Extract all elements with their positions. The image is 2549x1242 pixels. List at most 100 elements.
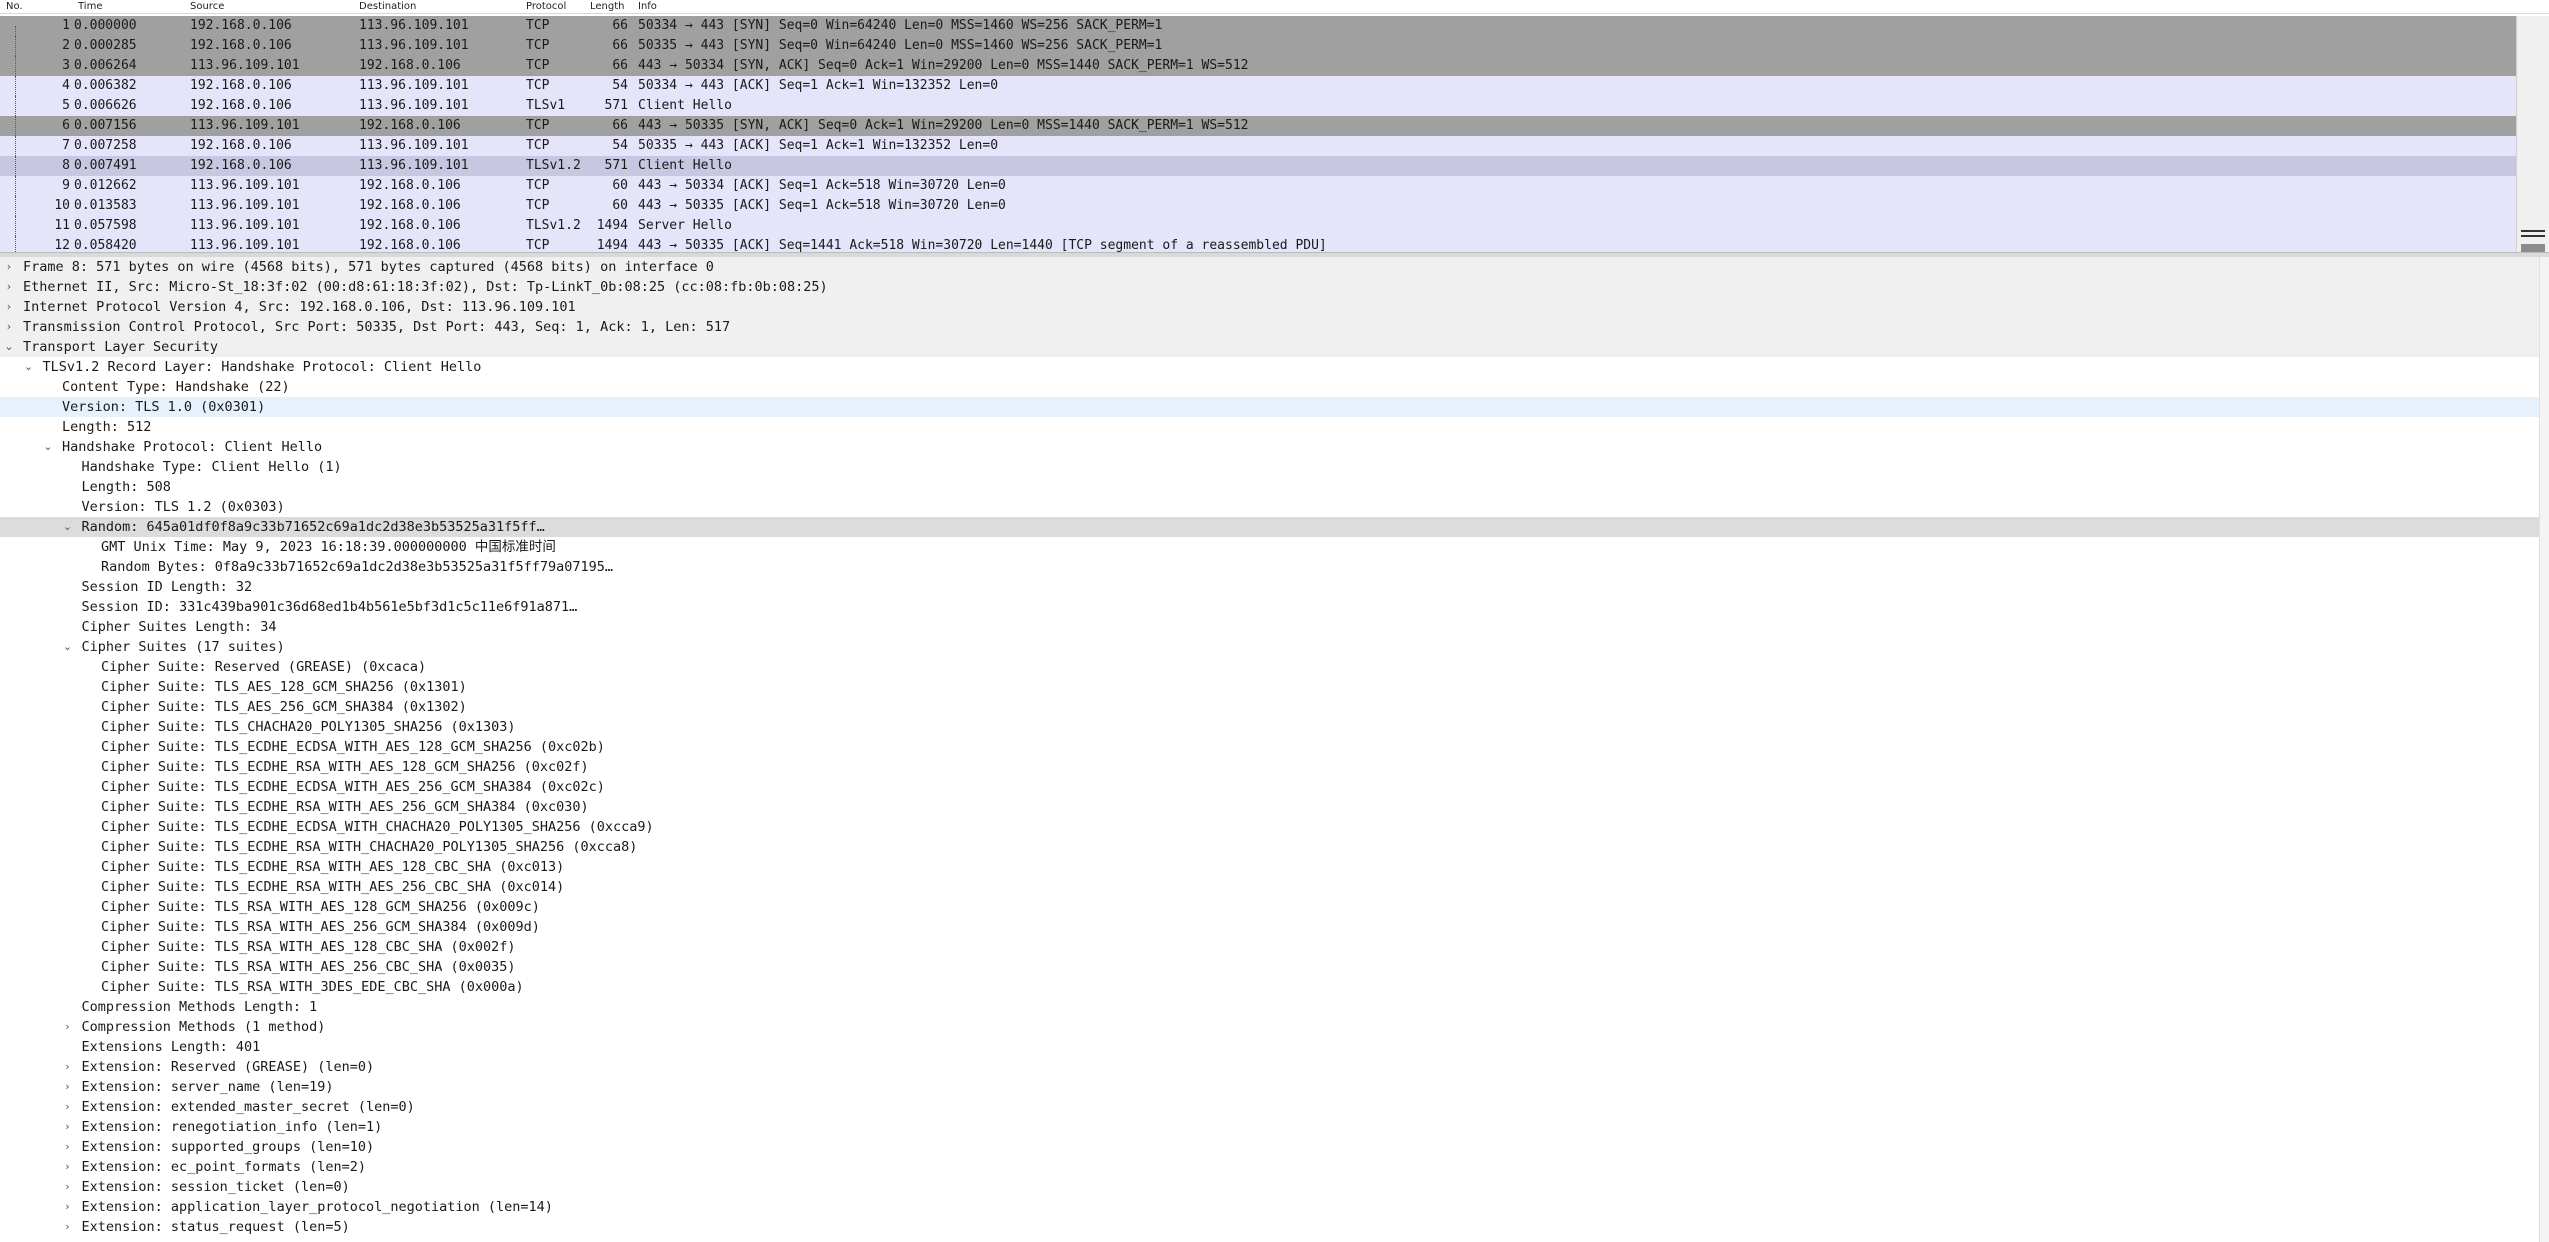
tree-item[interactable]: ⌄ Handshake Protocol: Client Hello <box>0 437 2540 457</box>
tree-item[interactable]: Extensions Length: 401 <box>0 1037 2540 1057</box>
packet-time: 0.012662 <box>74 178 137 193</box>
chevron-right-icon[interactable]: › <box>63 1197 73 1217</box>
tree-item[interactable]: › Transmission Control Protocol, Src Port… <box>0 317 2540 337</box>
tree-item[interactable]: › Extension: session_ticket (len=0) <box>0 1177 2540 1197</box>
tree-item-label: Cipher Suite: TLS_ECDHE_RSA_WITH_AES_256… <box>101 879 565 895</box>
tree-item[interactable]: › Extension: extended_master_secret (len=… <box>0 1097 2540 1117</box>
tree-item[interactable]: › Ethernet II, Src: Micro-St_18:3f:02 (00… <box>0 277 2540 297</box>
tree-item[interactable]: Cipher Suite: TLS_RSA_WITH_3DES_EDE_CBC_… <box>0 977 2540 997</box>
tree-item[interactable]: Length: 508 <box>0 477 2540 497</box>
tree-item[interactable]: Cipher Suite: TLS_ECDHE_RSA_WITH_AES_128… <box>0 857 2540 877</box>
packet-row[interactable]: 7 0.007258 192.168.0.106 113.96.109.101 TCP 5… <box>0 136 2516 156</box>
packet-row[interactable]: 8 0.007491 192.168.0.106 113.96.109.101 TLSv… <box>0 156 2516 176</box>
tree-item[interactable]: ⌄ Cipher Suites (17 suites) <box>0 637 2540 657</box>
tree-item[interactable]: ⌄ Random: 645a01df0f8a9c33b71652c69a1dc2d… <box>0 517 2540 537</box>
tree-item[interactable]: Cipher Suite: TLS_ECDHE_ECDSA_WITH_CHACH… <box>0 817 2540 837</box>
chevron-right-icon[interactable]: › <box>63 1157 73 1177</box>
tree-item[interactable]: ⌄ Transport Layer Security <box>0 337 2540 357</box>
column-header-info[interactable]: Info <box>638 0 657 13</box>
packet-row[interactable]: 12 0.058420 113.96.109.101 192.168.0.106 TCP… <box>0 236 2516 252</box>
tree-item[interactable]: Cipher Suite: TLS_ECDHE_RSA_WITH_AES_256… <box>0 877 2540 897</box>
tree-item[interactable]: Version: TLS 1.0 (0x0301) <box>0 397 2540 417</box>
tree-item[interactable]: › Internet Protocol Version 4, Src: 192.1… <box>0 297 2540 317</box>
packet-list[interactable]: No. Time Source Destination Protocol Len… <box>0 0 2549 252</box>
column-header-destination[interactable]: Destination <box>359 0 416 13</box>
packet-list-scrollbar[interactable] <box>2516 16 2549 252</box>
tree-item-label: Length: 512 <box>62 419 152 435</box>
packet-time: 0.006626 <box>74 98 137 113</box>
column-header-length[interactable]: Length <box>590 0 625 13</box>
chevron-right-icon[interactable]: › <box>63 1117 73 1137</box>
tree-item[interactable]: Cipher Suite: TLS_ECDHE_RSA_WITH_AES_128… <box>0 757 2540 777</box>
tree-item[interactable]: › Extension: renegotiation_info (len=1) <box>0 1117 2540 1137</box>
tree-item[interactable]: Cipher Suite: TLS_AES_128_GCM_SHA256 (0x… <box>0 677 2540 697</box>
details-scrollbar[interactable] <box>2539 257 2549 1242</box>
tree-item[interactable]: Content Type: Handshake (22) <box>0 377 2540 397</box>
packet-row[interactable]: 6 0.007156 113.96.109.101 192.168.0.106 TCP 6… <box>0 116 2516 136</box>
tree-item[interactable]: Length: 512 <box>0 417 2540 437</box>
chevron-down-icon[interactable]: ⌄ <box>63 517 73 537</box>
tree-item[interactable]: Random Bytes: 0f8a9c33b71652c69a1dc2d38e… <box>0 557 2540 577</box>
packet-row[interactable]: 11 0.057598 113.96.109.101 192.168.0.106 TLS… <box>0 216 2516 236</box>
tree-item[interactable]: › Frame 8: 571 bytes on wire (4568 bits),… <box>0 257 2540 277</box>
tree-item[interactable]: Cipher Suite: TLS_ECDHE_RSA_WITH_AES_256… <box>0 797 2540 817</box>
tree-item[interactable]: › Compression Methods (1 method) <box>0 1017 2540 1037</box>
tree-item[interactable]: › Extension: Reserved (GREASE) (len=0) <box>0 1057 2540 1077</box>
tree-item[interactable]: › Extension: application_layer_protocol_n… <box>0 1197 2540 1217</box>
tree-item[interactable]: Cipher Suites Length: 34 <box>0 617 2540 637</box>
tree-item[interactable]: Cipher Suite: TLS_RSA_WITH_AES_128_GCM_S… <box>0 897 2540 917</box>
packet-row[interactable]: 4 0.006382 192.168.0.106 113.96.109.101 TCP 5… <box>0 76 2516 96</box>
column-header-time[interactable]: Time <box>78 0 102 13</box>
tree-item[interactable]: Compression Methods Length: 1 <box>0 997 2540 1017</box>
tree-item[interactable]: Cipher Suite: TLS_RSA_WITH_AES_256_CBC_S… <box>0 957 2540 977</box>
tree-item[interactable]: Cipher Suite: Reserved (GREASE) (0xcaca) <box>0 657 2540 677</box>
chevron-right-icon[interactable]: › <box>63 1097 73 1117</box>
chevron-down-icon[interactable]: ⌄ <box>4 337 14 357</box>
packet-row[interactable]: 2 0.000285 192.168.0.106 113.96.109.101 TCP 6… <box>0 36 2516 56</box>
chevron-right-icon[interactable]: › <box>4 317 14 337</box>
tree-item[interactable]: Cipher Suite: TLS_RSA_WITH_AES_256_GCM_S… <box>0 917 2540 937</box>
tree-item[interactable]: Handshake Type: Client Hello (1) <box>0 457 2540 477</box>
tree-item[interactable]: › Extension: ec_point_formats (len=2) <box>0 1157 2540 1177</box>
column-header-source[interactable]: Source <box>190 0 224 13</box>
chevron-right-icon[interactable]: › <box>4 277 14 297</box>
tree-item[interactable]: Version: TLS 1.2 (0x0303) <box>0 497 2540 517</box>
scrollbar-thumb[interactable] <box>2521 244 2545 252</box>
tree-item[interactable]: GMT Unix Time: May 9, 2023 16:18:39.0000… <box>0 537 2540 557</box>
tree-item[interactable]: › Extension: server_name (len=19) <box>0 1077 2540 1097</box>
tree-item[interactable]: Cipher Suite: TLS_RSA_WITH_AES_128_CBC_S… <box>0 937 2540 957</box>
packet-row[interactable]: 1 0.000000 192.168.0.106 113.96.109.101 TCP 6… <box>0 16 2516 36</box>
tree-item[interactable]: › Extension: supported_groups (len=10) <box>0 1137 2540 1157</box>
tree-item[interactable]: Session ID Length: 32 <box>0 577 2540 597</box>
tree-item[interactable]: Cipher Suite: TLS_ECDHE_ECDSA_WITH_AES_2… <box>0 777 2540 797</box>
chevron-right-icon[interactable]: › <box>4 297 14 317</box>
tree-item[interactable]: Cipher Suite: TLS_CHACHA20_POLY1305_SHA2… <box>0 717 2540 737</box>
column-header-no[interactable]: No. <box>6 0 23 13</box>
chevron-down-icon[interactable]: ⌄ <box>43 437 53 457</box>
chevron-right-icon[interactable]: › <box>63 1217 73 1237</box>
chevron-right-icon[interactable]: › <box>63 1017 73 1037</box>
packet-row[interactable]: 10 0.013583 113.96.109.101 192.168.0.106 TCP… <box>0 196 2516 216</box>
tree-item-label: Cipher Suite: TLS_ECDHE_RSA_WITH_AES_128… <box>101 859 565 875</box>
column-header-protocol[interactable]: Protocol <box>526 0 566 13</box>
packet-row[interactable]: 9 0.012662 113.96.109.101 192.168.0.106 TCP 6… <box>0 176 2516 196</box>
tree-item[interactable]: Cipher Suite: TLS_AES_256_GCM_SHA384 (0x… <box>0 697 2540 717</box>
chevron-right-icon[interactable]: › <box>63 1057 73 1077</box>
chevron-right-icon[interactable]: › <box>63 1077 73 1097</box>
tree-item[interactable]: › Extension: status_request (len=5) <box>0 1217 2540 1237</box>
tree-item[interactable]: ⌄ TLSv1.2 Record Layer: Handshake Protoco… <box>0 357 2540 377</box>
tree-item[interactable]: Cipher Suite: TLS_ECDHE_RSA_WITH_CHACHA2… <box>0 837 2540 857</box>
packet-no: 3 <box>62 58 70 73</box>
chevron-right-icon[interactable]: › <box>63 1137 73 1157</box>
tree-item[interactable]: Session ID: 331c439ba901c36d68ed1b4b561e… <box>0 597 2540 617</box>
packet-row[interactable]: 3 0.006264 113.96.109.101 192.168.0.106 TCP 6… <box>0 56 2516 76</box>
packet-protocol: TCP <box>526 58 550 73</box>
chevron-right-icon[interactable]: › <box>63 1177 73 1197</box>
packet-details-tree[interactable]: › Frame 8: 571 bytes on wire (4568 bits),… <box>0 257 2549 1242</box>
packet-row[interactable]: 5 0.006626 192.168.0.106 113.96.109.101 TLSv… <box>0 96 2516 116</box>
chevron-down-icon[interactable]: ⌄ <box>24 357 34 377</box>
chevron-right-icon[interactable]: › <box>4 257 14 277</box>
chevron-down-icon[interactable]: ⌄ <box>63 637 73 657</box>
tree-item[interactable]: Cipher Suite: TLS_ECDHE_ECDSA_WITH_AES_1… <box>0 737 2540 757</box>
packet-protocol: TLSv1.2 <box>526 158 581 173</box>
